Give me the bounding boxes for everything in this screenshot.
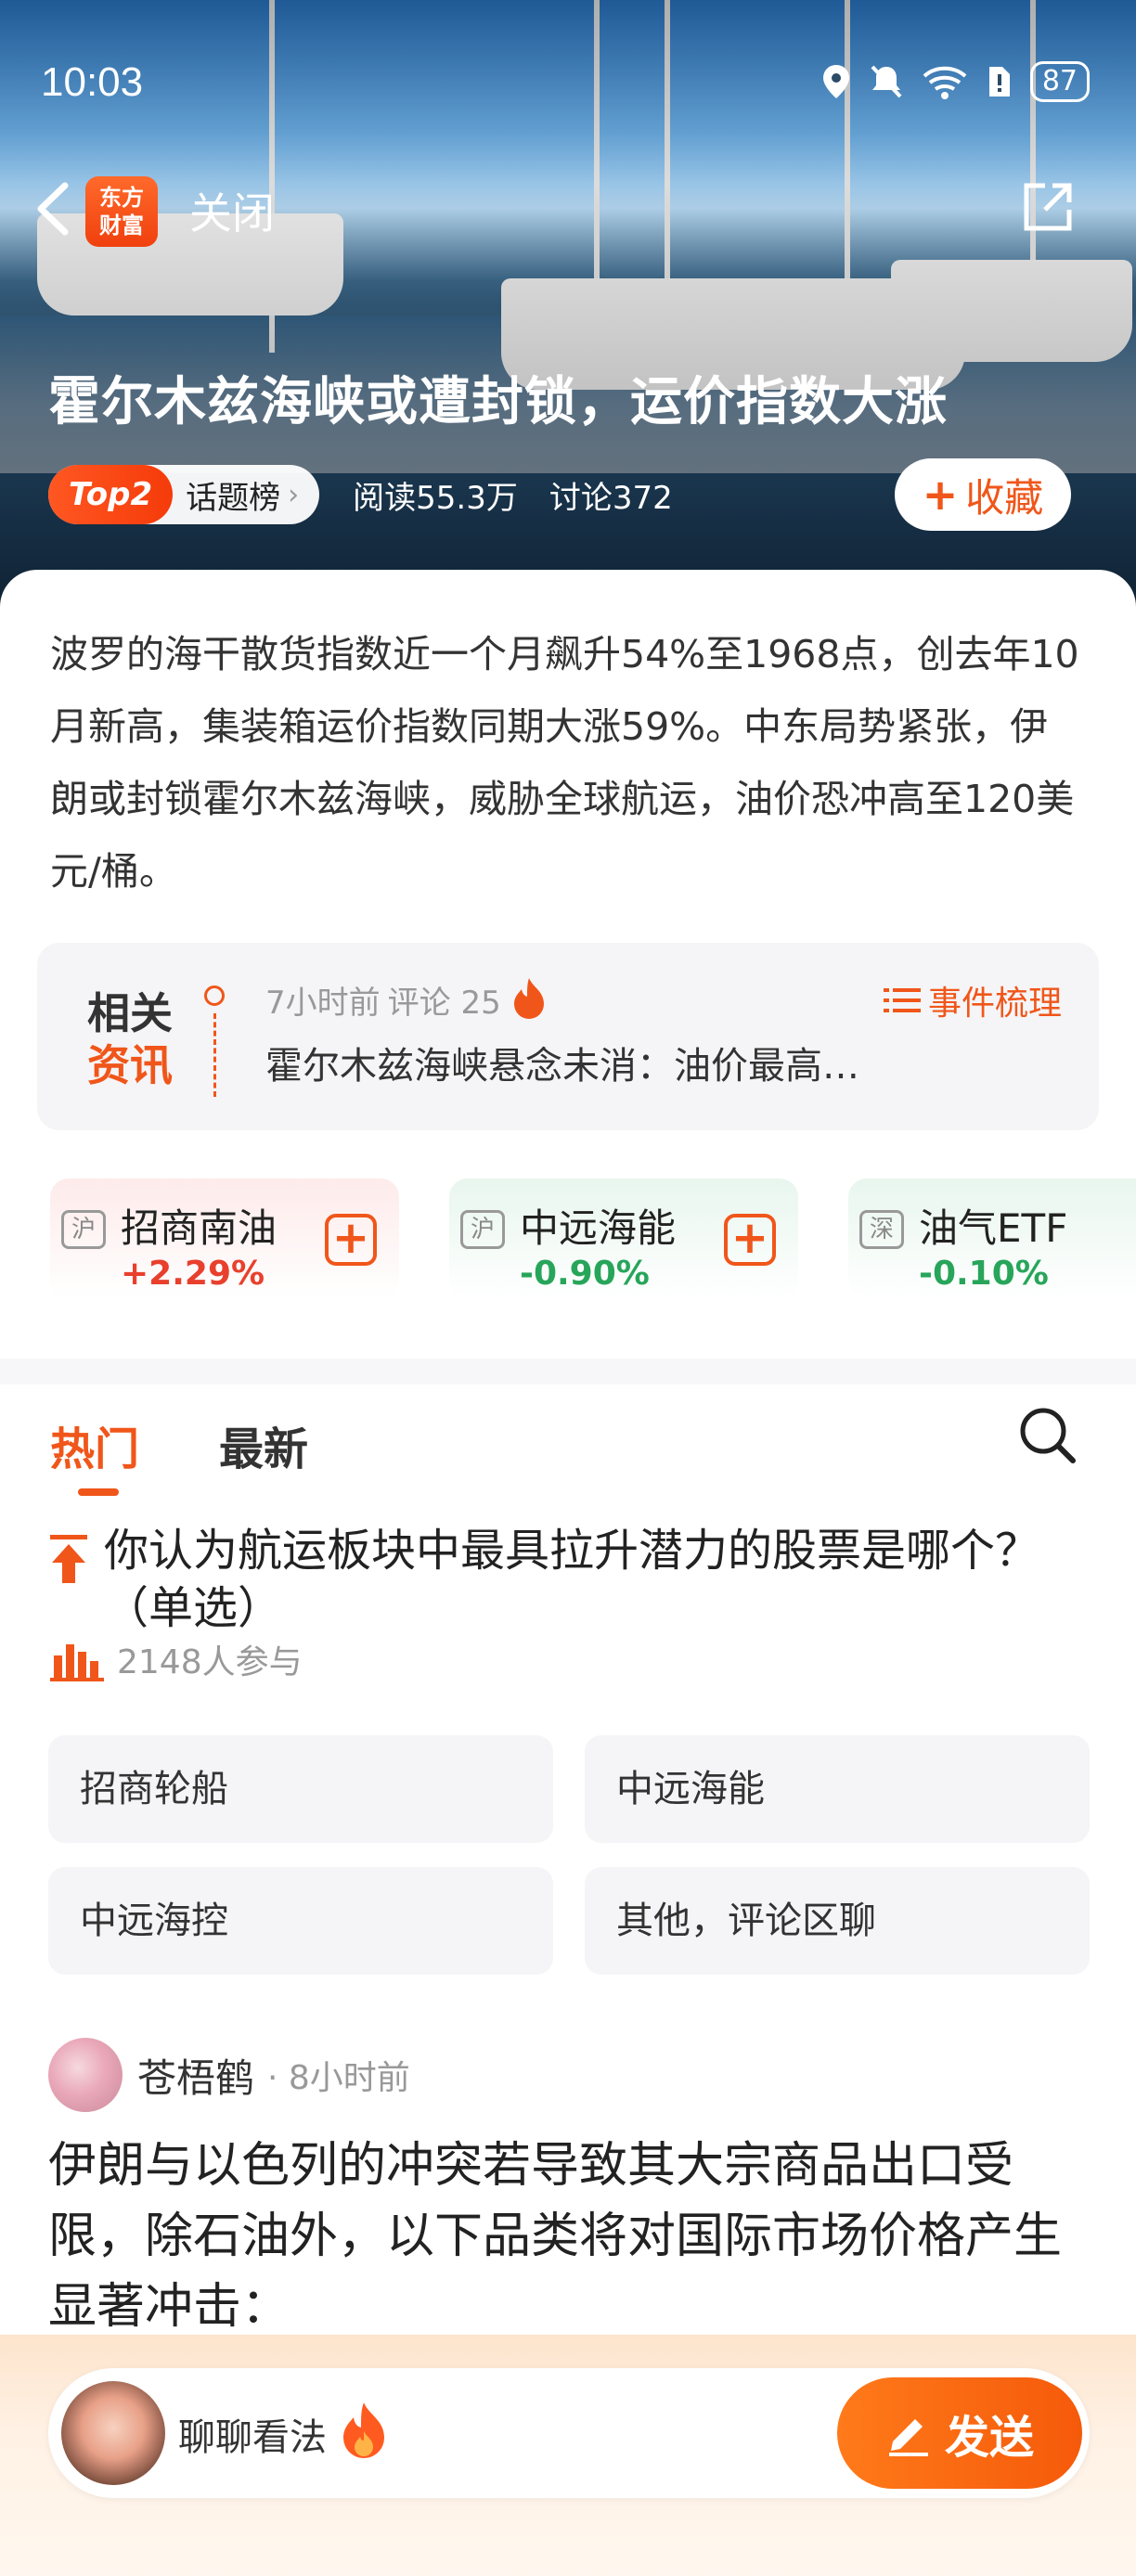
list-icon bbox=[883, 988, 921, 1012]
sim-alert-icon bbox=[988, 67, 1010, 97]
send-label: 发送 bbox=[944, 2412, 1034, 2464]
poll-question: 你认为航运板块中最具拉升潜力的股票是哪个？ （单选） bbox=[104, 1525, 1040, 1634]
battery-indicator: 87 bbox=[1029, 61, 1090, 102]
post-text[interactable]: 伊朗与以色列的冲突若导致其大宗商品出口受限，除石油外，以下品类将对国际市场价格产… bbox=[48, 2131, 1097, 2342]
stock-change: -0.10% bbox=[919, 1255, 1049, 1293]
related-time: 7小时前 bbox=[265, 984, 381, 1022]
status-bar: 10:03 87 bbox=[0, 52, 1136, 108]
stock-change: -0.90% bbox=[520, 1255, 650, 1293]
tab-underline bbox=[78, 1488, 119, 1496]
status-time: 10:03 bbox=[41, 59, 144, 105]
avatar[interactable] bbox=[48, 2038, 123, 2112]
poll-option[interactable]: 中远海能 bbox=[585, 1735, 1090, 1843]
topic-meta: Top2 话题榜 › 阅读55.3万 讨论372 bbox=[48, 464, 673, 525]
related-comments: 评论 25 bbox=[387, 984, 501, 1022]
poll-participants: 2148人参与 bbox=[50, 1635, 303, 1683]
topic-summary: 波罗的海干散货指数近一个月飙升54%至1968点，创去年10月新高，集装箱运价指… bbox=[0, 570, 1136, 904]
tab-latest[interactable]: 最新 bbox=[219, 1412, 308, 1477]
participants-count: 2148人参与 bbox=[117, 1643, 303, 1681]
add-watchlist-button[interactable]: + bbox=[325, 1214, 377, 1266]
related-info: 7小时前 评论 25 bbox=[265, 976, 549, 1023]
share-icon[interactable] bbox=[1021, 180, 1075, 234]
stock-card[interactable]: 沪 中远海能 -0.90% + bbox=[449, 1179, 798, 1299]
section-divider bbox=[0, 1359, 1136, 1385]
related-headline[interactable]: 霍尔木兹海峡悬念未消：油价最高… bbox=[265, 1036, 859, 1089]
nav-bar: 东方 财富 关闭 bbox=[0, 167, 1136, 251]
rank-label: 话题榜 bbox=[186, 479, 281, 517]
comment-input[interactable]: 聊聊看法 发送 bbox=[48, 2368, 1090, 2498]
poll-option[interactable]: 中远海控 bbox=[48, 1867, 553, 1975]
topic-title: 霍尔木兹海峡或遭封锁，运价指数大涨 bbox=[48, 372, 948, 432]
fire-icon bbox=[513, 978, 544, 1019]
back-icon[interactable] bbox=[28, 180, 78, 238]
comment-bar: 聊聊看法 发送 bbox=[0, 2335, 1136, 2576]
pen-icon bbox=[888, 2419, 928, 2456]
exchange-badge: 沪 bbox=[460, 1210, 505, 1249]
tab-hot-label: 热门 bbox=[50, 1423, 140, 1475]
search-icon[interactable] bbox=[1015, 1403, 1080, 1468]
related-tag: 相关 资讯 bbox=[87, 987, 173, 1091]
stock-card[interactable]: 深 油气ETF -0.10% bbox=[848, 1179, 1136, 1299]
timeline-line bbox=[213, 1013, 216, 1097]
location-icon bbox=[822, 65, 849, 98]
status-icons: 87 bbox=[820, 61, 1090, 102]
rank-badge[interactable]: Top2 话题榜 › bbox=[48, 465, 320, 524]
tab-hot[interactable]: 热门 bbox=[50, 1412, 140, 1496]
arrow-up-icon bbox=[50, 1535, 87, 1583]
favorite-button[interactable]: + 收藏 bbox=[895, 458, 1071, 531]
plus-icon: + bbox=[922, 470, 959, 520]
fire-icon bbox=[343, 2402, 384, 2458]
post-time: · 8小时前 bbox=[267, 2059, 410, 2097]
exchange-badge: 沪 bbox=[61, 1210, 106, 1249]
stock-name: 油气ETF bbox=[919, 1205, 1068, 1251]
post-time-value: 8小时前 bbox=[288, 2059, 410, 2097]
discussion-count: 讨论372 bbox=[549, 479, 673, 517]
event-timeline-button[interactable]: 事件梳理 bbox=[883, 976, 1062, 1024]
add-watchlist-button[interactable]: + bbox=[724, 1214, 776, 1266]
stock-name: 中远海能 bbox=[520, 1205, 677, 1251]
logo-text-top: 东方 bbox=[99, 185, 144, 211]
summary-text: 波罗的海干散货指数近一个月飙升54%至1968点，创去年10月新高，集装箱运价指… bbox=[50, 632, 1079, 894]
post-author[interactable]: 苍梧鹤 bbox=[137, 2047, 254, 2104]
stock-card[interactable]: 沪 招商南油 +2.29% + bbox=[50, 1179, 399, 1299]
hero-banner: 10:03 87 东方 财富 关闭 霍尔木兹海峡或遭封锁，运价指数大涨 Top2… bbox=[0, 0, 1136, 612]
app-logo: 东方 财富 bbox=[85, 176, 158, 247]
exchange-badge: 深 bbox=[859, 1210, 904, 1249]
bar-chart-icon bbox=[50, 1644, 104, 1681]
stock-list: 沪 招商南油 +2.29% + 沪 中远海能 -0.90% + 深 油气ETF … bbox=[50, 1179, 1136, 1299]
logo-text-bottom: 财富 bbox=[99, 213, 144, 238]
stock-change: +2.29% bbox=[121, 1255, 265, 1293]
wifi-icon bbox=[923, 66, 967, 99]
feed-tabs: 热门 最新 bbox=[0, 1385, 1136, 1496]
rank-number: Top2 bbox=[48, 465, 174, 524]
send-button[interactable]: 发送 bbox=[837, 2377, 1082, 2489]
favorite-label: 收藏 bbox=[965, 474, 1044, 521]
stock-name: 招商南油 bbox=[121, 1205, 278, 1251]
read-count: 阅读55.3万 bbox=[353, 479, 518, 517]
timeline-dot bbox=[204, 985, 225, 1006]
user-avatar bbox=[61, 2381, 165, 2485]
close-button[interactable]: 关闭 bbox=[189, 180, 275, 241]
related-tag-line1: 相关 bbox=[87, 988, 173, 1038]
poll-option[interactable]: 其他，评论区聊 bbox=[585, 1867, 1090, 1975]
comment-placeholder: 聊聊看法 bbox=[178, 2416, 327, 2459]
mute-icon bbox=[871, 65, 902, 98]
post-header: 苍梧鹤 · 8小时前 bbox=[48, 2038, 410, 2112]
poll-option[interactable]: 招商轮船 bbox=[48, 1735, 553, 1843]
event-label: 事件梳理 bbox=[927, 985, 1062, 1023]
related-news-card[interactable]: 相关 资讯 7小时前 评论 25 霍尔木兹海峡悬念未消：油价最高… 事件梳理 bbox=[37, 943, 1099, 1130]
chevron-right-icon: › bbox=[288, 478, 300, 511]
tab-latest-label: 最新 bbox=[219, 1423, 309, 1475]
related-tag-line2: 资讯 bbox=[87, 1040, 173, 1090]
